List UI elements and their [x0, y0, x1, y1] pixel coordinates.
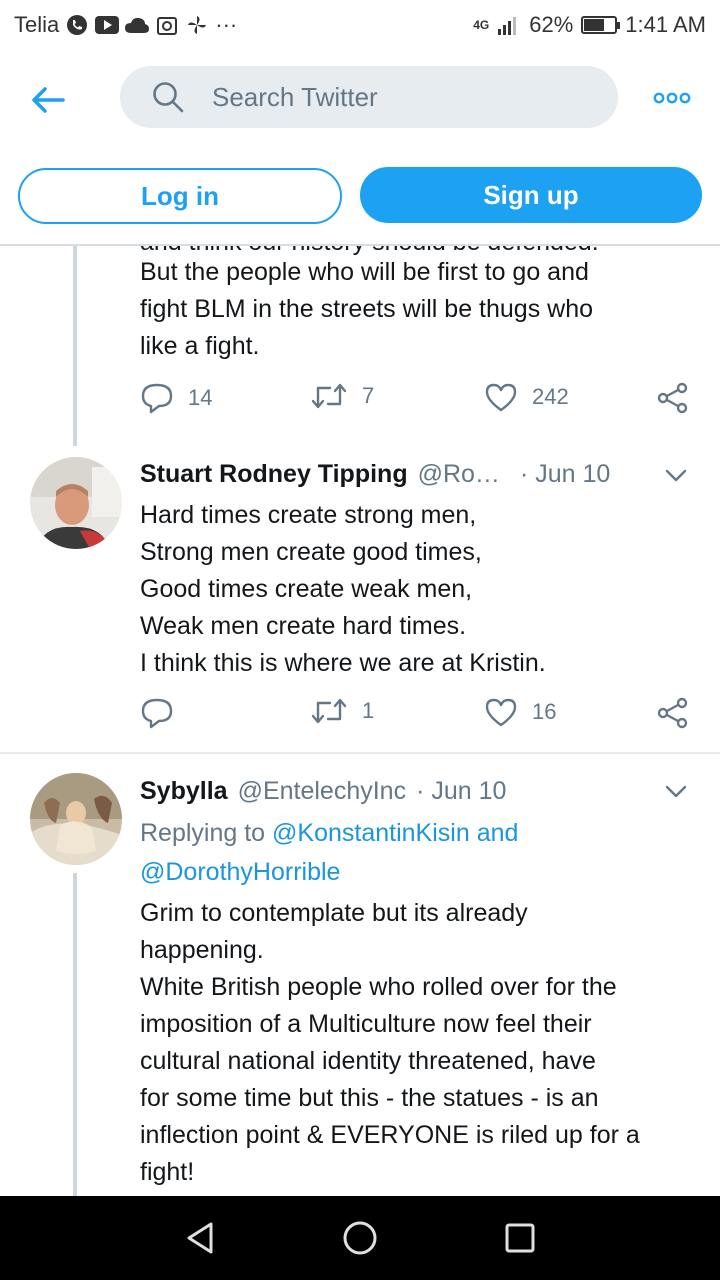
reply-count: 14	[188, 385, 213, 410]
author-name[interactable]: Stuart Rodney Tipping	[140, 460, 408, 489]
author-handle[interactable]: @EntelechyInc	[238, 777, 407, 806]
reply-button[interactable]	[140, 697, 188, 729]
tweet-menu-button[interactable]	[662, 778, 690, 806]
status-right: 4G 62% 1:41 AM	[473, 12, 706, 38]
triangle-back-icon	[187, 1222, 213, 1254]
tweet-actions: 1 16	[140, 697, 700, 737]
battery-percent: 62%	[529, 12, 574, 37]
clock: 1:41 AM	[625, 12, 706, 37]
author-handle[interactable]: @Ro…	[418, 460, 500, 489]
retweet-count: 7	[362, 383, 375, 408]
square-recents-icon	[505, 1223, 535, 1253]
replying-prefix: Replying to	[140, 819, 273, 847]
avatar-sybylla[interactable]	[30, 773, 122, 865]
battery-icon	[581, 16, 621, 34]
heart-icon	[485, 383, 517, 412]
avatar-photo-icon	[30, 457, 122, 549]
avatar-stuart[interactable]	[30, 457, 122, 549]
tweet-divider	[0, 752, 720, 754]
recents-nav-button[interactable]	[500, 1218, 540, 1258]
home-nav-button[interactable]	[340, 1218, 380, 1258]
like-button[interactable]: 242	[484, 382, 569, 412]
battery-fill	[584, 19, 605, 31]
back-nav-button[interactable]	[180, 1218, 220, 1258]
like-count: 16	[532, 699, 557, 724]
share-icon	[657, 697, 688, 729]
pinwheel-icon	[185, 13, 209, 37]
more-dots-icon	[653, 92, 691, 104]
author-name[interactable]: Sybylla	[140, 777, 228, 806]
reply-icon	[141, 698, 173, 729]
retweet-button[interactable]: 1	[310, 697, 374, 725]
tweet-header: Stuart Rodney Tipping @Ro… · Jun 10	[140, 456, 640, 492]
share-button[interactable]	[656, 697, 690, 729]
tweet-date[interactable]: · Jun 10	[520, 460, 610, 489]
circle-home-icon	[343, 1221, 377, 1255]
cloud-icon	[125, 13, 150, 37]
heart-icon	[485, 698, 517, 727]
retweet-icon	[311, 698, 347, 724]
search-box[interactable]	[120, 66, 618, 128]
like-button[interactable]: 16	[484, 697, 556, 727]
search-header	[0, 50, 720, 150]
tweet-text: Grim to contemplate but its already happ…	[140, 899, 640, 1186]
replying-to: Replying to @KonstantinKisin and @Dorothy…	[140, 814, 700, 892]
network-label: 4G	[473, 18, 490, 32]
auth-row: Log in Sign up	[0, 160, 720, 240]
tweet-date[interactable]: · Jun 10	[416, 777, 506, 806]
tweet-text: But the people who will be first to go a…	[140, 258, 594, 360]
phone-icon	[65, 13, 89, 37]
share-button[interactable]	[656, 382, 690, 414]
more-notifications-icon: ···	[215, 12, 238, 37]
back-button[interactable]	[28, 80, 68, 120]
signup-button[interactable]: Sign up	[360, 167, 702, 223]
like-count: 242	[532, 384, 569, 409]
mention-link[interactable]: @DorothyHorrible	[140, 858, 340, 886]
retweet-button[interactable]: 7	[310, 382, 374, 410]
navigation-bar	[0, 1196, 720, 1280]
search-input[interactable]	[212, 81, 572, 113]
signal-icon	[497, 13, 521, 37]
camera-icon	[155, 13, 179, 37]
and-word[interactable]: and	[470, 819, 519, 847]
timeline: and think our history should be defended…	[0, 246, 720, 1196]
more-options-button[interactable]	[652, 80, 692, 116]
reply-icon	[141, 383, 173, 414]
youtube-icon	[95, 13, 120, 37]
retweet-icon	[311, 383, 347, 409]
avatar-painting-icon	[30, 773, 122, 865]
share-icon	[657, 382, 688, 414]
mention-link[interactable]: @KonstantinKisin	[272, 819, 470, 847]
reply-button[interactable]: 14	[140, 382, 212, 414]
retweet-count: 1	[362, 698, 375, 723]
login-button[interactable]: Log in	[18, 168, 342, 224]
arrow-left-icon	[32, 87, 65, 113]
thread-line	[73, 246, 77, 446]
status-left: Telia ···	[14, 12, 237, 38]
search-icon	[153, 82, 184, 113]
chevron-down-icon	[665, 785, 687, 798]
tweet-text: Hard times create strong men, Strong men…	[140, 501, 546, 677]
tweet-header: Sybylla @EntelechyInc · Jun 10	[140, 773, 640, 809]
tweet-actions: 14 7 242	[140, 382, 700, 422]
carrier-label: Telia	[14, 12, 60, 37]
tweet-menu-button[interactable]	[662, 462, 690, 490]
chevron-down-icon	[665, 469, 687, 482]
status-bar: Telia ··· 4G 62% 1:41 AM	[0, 0, 720, 50]
thread-line	[73, 873, 77, 1196]
